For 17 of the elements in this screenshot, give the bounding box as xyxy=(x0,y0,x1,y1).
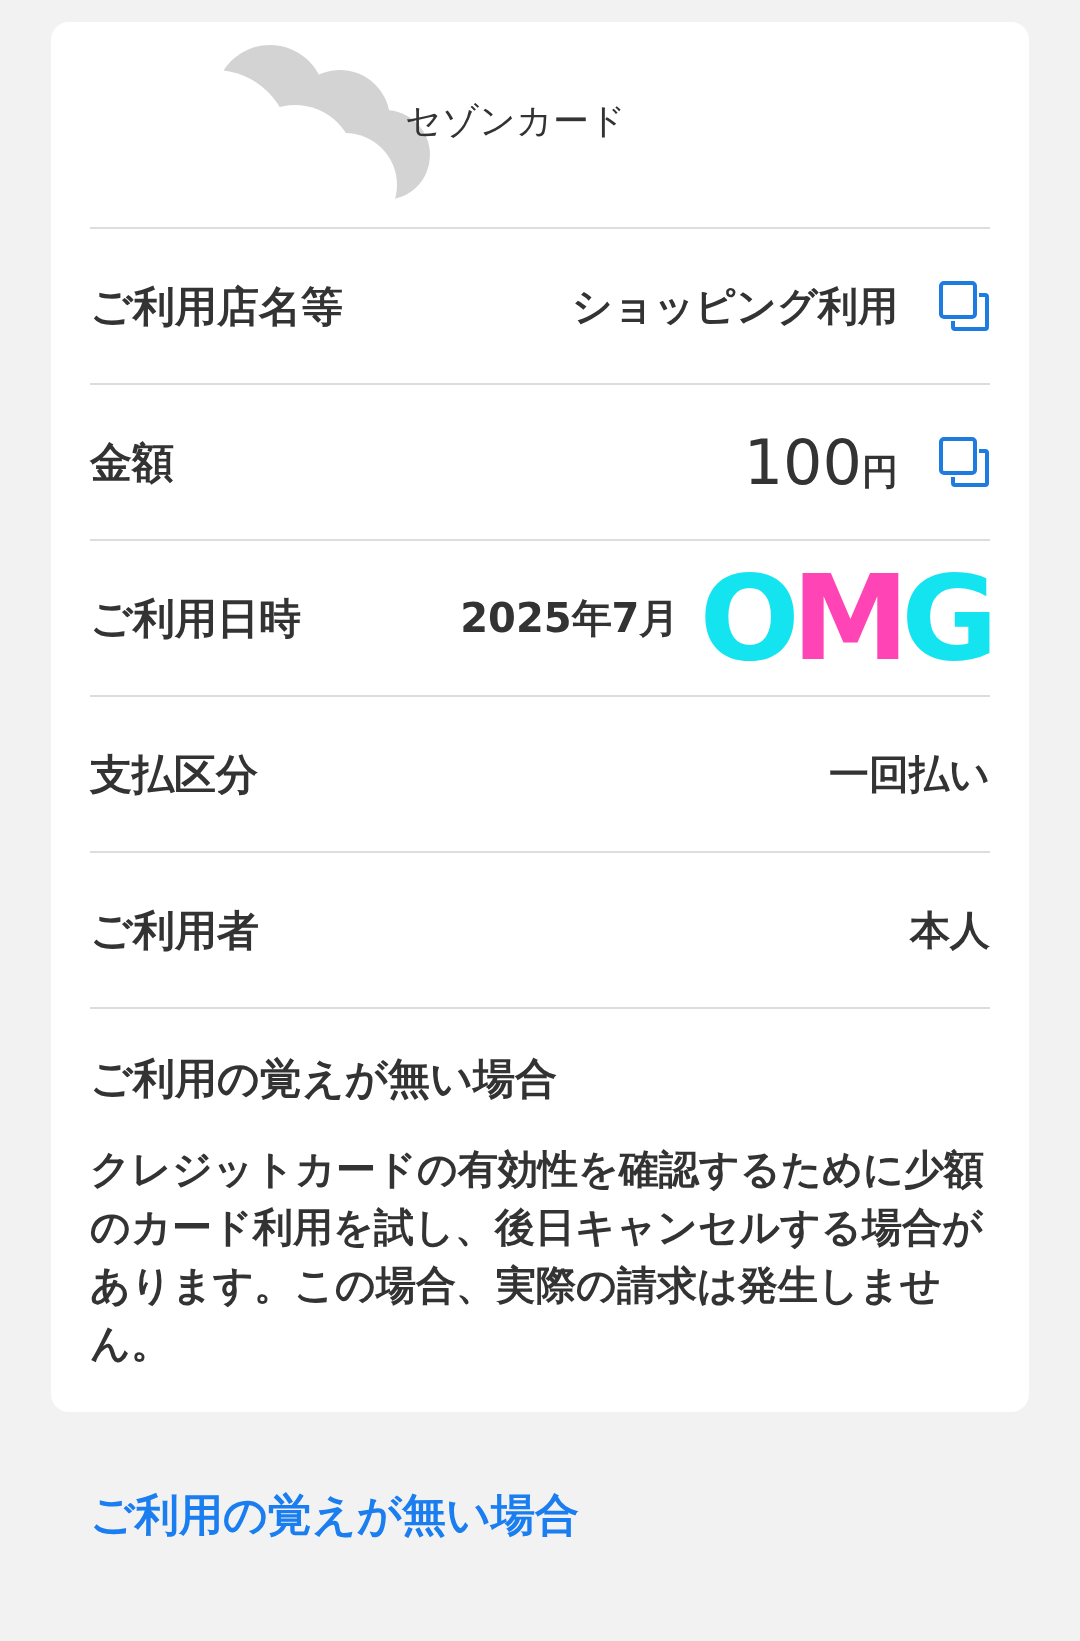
row-value: 本人 xyxy=(910,906,990,955)
row-label: ご利用日時 xyxy=(90,592,301,645)
help-link[interactable]: ご利用の覚えが無い場合 xyxy=(90,1482,579,1548)
row-label: 金額 xyxy=(90,436,174,489)
row-value: ショッピング利用 xyxy=(572,282,898,331)
card-name: セゾンカード xyxy=(405,98,626,143)
row-label: ご利用店名等 xyxy=(90,280,343,333)
row-value: 2025年7月 xyxy=(460,594,680,643)
copy-icon[interactable] xyxy=(938,436,990,488)
notice-text: クレジットカードの有効性を確認するために少額のカード利用を試し、後日キャンセルする場合があります。この場合、実際の請求は発生しません。 xyxy=(90,1145,985,1368)
row-value: 100円 xyxy=(743,424,898,501)
row-value: 一回払い xyxy=(829,750,990,799)
copy-icon[interactable] xyxy=(938,280,990,332)
row-label: 支払区分 xyxy=(90,748,258,801)
omg-sticker-text: OMG xyxy=(699,559,990,677)
row-label: ご利用者 xyxy=(90,904,259,957)
notice-title: ご利用の覚えが無い場合 xyxy=(90,1053,558,1105)
